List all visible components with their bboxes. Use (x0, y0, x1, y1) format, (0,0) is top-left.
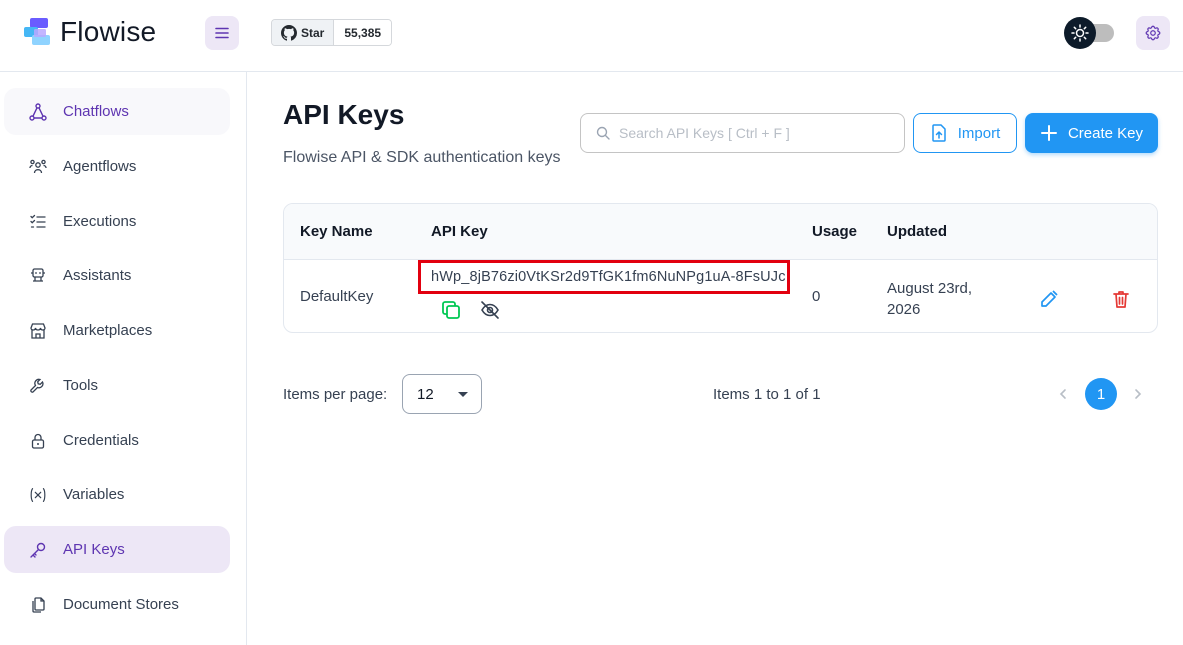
hamburger-menu-icon (215, 27, 229, 39)
sidebar-item-assistants[interactable]: Assistants (4, 252, 230, 299)
chevron-left-icon (1059, 389, 1066, 399)
sidebar-item-chatflows[interactable]: Chatflows (4, 88, 230, 135)
github-star-count[interactable]: 55,385 (334, 20, 392, 45)
users-group-icon (28, 157, 48, 177)
api-key-value: hWp_8jB76zi0VtKSr2d9TfGK1fm6NuNPg1uA-8Fs… (418, 260, 790, 294)
previous-page-button[interactable] (1047, 378, 1079, 410)
sidebar-item-marketplaces[interactable]: Marketplaces (4, 307, 230, 354)
create-key-label: Create Key (1067, 124, 1144, 142)
usage-cell: 0 (812, 288, 821, 305)
next-page-button[interactable] (1122, 378, 1154, 410)
sidebar-item-label: Assistants (63, 267, 132, 284)
create-key-button[interactable]: Create Key (1025, 113, 1158, 153)
toggle-knob (1064, 17, 1096, 49)
toggle-key-visibility-button[interactable] (476, 296, 504, 324)
sidebar: Chatflows Agentflows Executions Assistan… (0, 72, 247, 645)
updated-cell: August 23rd, 2026 (887, 278, 972, 320)
github-star-widget: Star 55,385 (271, 19, 393, 46)
sidebar-item-label: Credentials (63, 432, 139, 449)
column-header-key-name: Key Name (300, 223, 373, 240)
list-check-icon (28, 212, 48, 232)
search-box (580, 113, 905, 153)
github-icon (281, 24, 297, 41)
trash-icon (1113, 291, 1129, 308)
dark-mode-toggle[interactable] (1064, 17, 1114, 49)
tool-icon (28, 376, 48, 396)
table-header: Key Name API Key Usage Updated (284, 204, 1157, 260)
app-name: Flowise (60, 16, 157, 47)
column-header-api-key: API Key (431, 223, 488, 240)
flowise-logo[interactable]: Flowise (22, 16, 156, 48)
column-header-usage: Usage (812, 223, 858, 240)
menu-toggle-button[interactable] (205, 16, 239, 50)
chevron-right-icon (1135, 389, 1142, 399)
sidebar-item-label: Variables (63, 486, 125, 503)
api-keys-table: Key Name API Key Usage Updated DefaultKe… (283, 203, 1158, 333)
robot-icon (28, 266, 48, 286)
search-input[interactable] (619, 125, 889, 141)
items-per-page-value: 12 (417, 385, 434, 403)
key-icon (28, 540, 48, 560)
flowise-logo-icon (24, 18, 50, 45)
delete-key-button[interactable] (1107, 285, 1135, 313)
page-number-button[interactable]: 1 (1085, 378, 1117, 410)
key-name-cell: DefaultKey (300, 288, 374, 305)
updated-year: 2026 (887, 301, 921, 318)
sidebar-item-label: Marketplaces (63, 322, 153, 339)
lock-icon (28, 431, 48, 451)
table-row: DefaultKey hWp_8jB76zi0VtKSr2d9TfGK1fm6N… (284, 260, 1157, 332)
sidebar-item-credentials[interactable]: Credentials (4, 417, 230, 464)
sidebar-item-label: Chatflows (63, 103, 129, 120)
sidebar-item-label: API Keys (63, 541, 125, 558)
import-button[interactable]: Import (913, 113, 1017, 153)
plus-icon (1040, 125, 1057, 141)
variable-icon (28, 485, 48, 505)
import-label: Import (957, 124, 1001, 142)
top-bar: Flowise Star 55,385 (0, 0, 1183, 72)
gear-icon (1145, 25, 1161, 41)
sidebar-item-label: Agentflows (63, 158, 137, 175)
items-range-info: Items 1 to 1 of 1 (713, 386, 821, 403)
github-star-button[interactable]: Star (272, 20, 335, 45)
edit-key-button[interactable] (1035, 285, 1063, 313)
column-header-updated: Updated (887, 223, 947, 240)
building-store-icon (28, 321, 48, 341)
sidebar-item-document-stores[interactable]: Document Stores (4, 581, 230, 628)
page-title: API Keys (283, 99, 405, 130)
updated-date: August 23rd, (887, 280, 973, 297)
settings-button[interactable] (1136, 16, 1170, 50)
github-star-label: Star (301, 25, 325, 40)
page-subtitle: Flowise API & SDK authentication keys (283, 149, 561, 166)
files-icon (28, 595, 48, 615)
sidebar-item-variables[interactable]: Variables (4, 471, 230, 518)
sidebar-item-label: Tools (63, 377, 99, 394)
edit-icon (1041, 290, 1058, 307)
hierarchy-icon (28, 102, 48, 122)
main-content: API Keys Flowise API & SDK authenticatio… (248, 72, 1183, 645)
copy-key-button[interactable] (437, 296, 465, 324)
chevron-down-icon (458, 392, 468, 397)
sun-icon (1071, 24, 1089, 42)
sidebar-item-label: Document Stores (63, 596, 179, 613)
eye-off-icon (481, 301, 499, 319)
sidebar-item-executions[interactable]: Executions (4, 198, 230, 245)
items-per-page-label: Items per page: (283, 386, 388, 403)
sidebar-item-agentflows[interactable]: Agentflows (4, 143, 230, 190)
sidebar-item-api-keys[interactable]: API Keys (4, 526, 230, 573)
sidebar-item-tools[interactable]: Tools (4, 362, 230, 409)
search-icon (596, 126, 610, 140)
sidebar-item-label: Executions (63, 213, 137, 230)
file-upload-icon (931, 124, 946, 142)
items-per-page-select[interactable]: 12 (402, 374, 482, 414)
copy-icon (442, 301, 460, 319)
